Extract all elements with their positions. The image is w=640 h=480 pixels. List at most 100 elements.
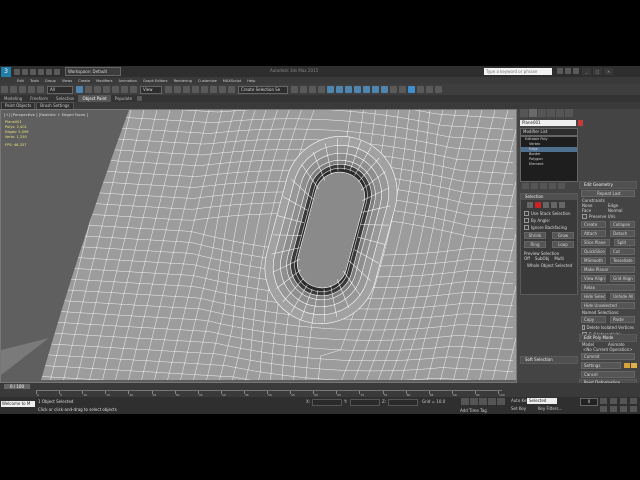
loop-button[interactable]: Loop [552,241,574,248]
paste-button[interactable]: Paste [610,316,635,323]
create-button[interactable]: Create [581,221,606,228]
curve-editor-icon[interactable] [336,86,343,93]
commit-button[interactable]: Commit [581,353,635,360]
time-slider[interactable]: 0 / 100 [4,384,30,389]
display-tab-icon[interactable] [556,109,564,117]
play-icon[interactable] [479,398,487,405]
window-crossing-icon[interactable] [103,86,110,93]
view-align-button[interactable]: View Align [581,275,606,282]
by-angle-checkbox[interactable]: By Angle: [521,217,577,224]
zoom-icon[interactable] [600,406,607,412]
preserve-uvs-checkbox[interactable]: Preserve UVs [579,213,637,220]
make-unique-icon[interactable] [540,183,547,189]
modify-tab-icon[interactable] [529,109,537,117]
polygon-mode-icon[interactable] [551,202,557,208]
detach-button[interactable]: Detach [610,230,635,237]
menu-rendering[interactable]: Rendering [171,79,195,83]
object-color-swatch[interactable] [578,120,583,126]
render-production-icon[interactable] [381,86,388,93]
spinner-snap-icon[interactable] [219,86,226,93]
key-set-dropdown[interactable]: Selected [527,398,557,404]
keyboard-shortcut-icon[interactable] [183,86,190,93]
menu-group[interactable]: Group [42,79,59,83]
edge-mode-icon[interactable] [535,202,541,208]
scale-icon[interactable] [130,86,137,93]
motion-tab-icon[interactable] [547,109,555,117]
menu-help[interactable]: Help [244,79,258,83]
menu-views[interactable]: Views [59,79,75,83]
ribbon-toggle-icon[interactable] [327,86,334,93]
ribbon-options-icon[interactable] [137,96,143,101]
link-icon[interactable] [19,86,26,93]
constraint-normal-radio[interactable]: Normal [608,208,622,213]
edit-geometry-header[interactable]: Edit Geometry [579,181,637,189]
new-file-icon[interactable] [14,68,20,75]
vertex-mode-icon[interactable] [527,202,533,208]
close-button[interactable]: × [604,68,613,75]
move-icon[interactable] [112,86,119,93]
tab-populate[interactable]: Populate [111,95,136,102]
viewport-label[interactable]: [+] [Perspective ] [Realistic + Edged Fa… [4,112,88,117]
menu-animation[interactable]: Animation [116,79,140,83]
quickslice-button[interactable]: QuickSlice [581,248,606,255]
render-setup-icon[interactable] [363,86,370,93]
msmooth-button[interactable]: MSmooth [581,257,606,264]
add-time-tag[interactable]: Add Time Tag [460,408,487,413]
make-planar-button[interactable]: Make Planar [581,266,635,273]
create-tab-icon[interactable] [520,109,528,117]
select-by-name-icon[interactable] [85,86,92,93]
use-stack-selection-checkbox[interactable]: Use Stack Selection [521,210,577,217]
layers-icon[interactable] [318,86,325,93]
z-coordinate-field[interactable] [388,399,418,406]
selection-filter-dropdown[interactable]: All [47,85,73,94]
zbrush-icon[interactable] [417,86,424,93]
collapse-button[interactable]: Collapse [610,221,635,228]
activeshade-icon[interactable] [399,86,406,93]
split-checkbox[interactable]: Split [614,239,635,246]
help-icon[interactable] [573,68,579,74]
help-search-input[interactable]: Type a keyword or phrase [484,68,552,75]
object-name-field[interactable]: Plane001 [520,120,576,126]
app-logo-icon[interactable]: 3 [1,66,11,77]
extra-tool-2-icon[interactable] [435,86,442,93]
preview-multi-radio[interactable]: Multi [554,256,564,261]
redo-tool-icon[interactable] [10,86,17,93]
rect-selection-icon[interactable] [94,86,101,93]
element-mode-icon[interactable] [559,202,565,208]
minimize-button[interactable]: _ [582,68,591,75]
soft-selection-rollout[interactable]: Soft Selection [520,356,578,364]
x-coordinate-field[interactable] [312,399,342,406]
hide-selected-button[interactable]: Hide Selected [581,293,606,300]
modifier-list-dropdown[interactable]: Modifier List [520,128,578,136]
star-icon[interactable] [565,68,571,74]
mesh-inspector-icon[interactable] [408,86,415,93]
maximize-viewport-icon[interactable] [630,398,637,404]
key-filters-button[interactable]: Key Filters... [538,406,562,411]
attach-button[interactable]: Attach [581,230,606,237]
menu-maxscript[interactable]: MAXScript [220,79,244,83]
undo-icon[interactable] [38,68,44,75]
settings-button[interactable]: Settings [581,362,621,369]
set-key-button[interactable]: Set Key [511,406,526,411]
menu-create[interactable]: Create [75,79,93,83]
extra-tool-icon[interactable] [426,86,433,93]
current-frame-field[interactable]: 0 [580,398,598,406]
relax-button[interactable]: Relax [581,284,635,291]
previous-frame-icon[interactable] [470,398,478,405]
walk-through-icon[interactable] [630,406,637,412]
maximize-button[interactable]: □ [593,68,602,75]
menu-customize[interactable]: Customize [195,79,220,83]
repeat-last-button[interactable]: Repeat Last [581,190,635,197]
cage-color-swatch[interactable] [624,363,630,368]
mesh-wireframe[interactable] [1,110,517,383]
go-to-end-icon[interactable] [497,398,505,405]
align-icon[interactable] [300,86,307,93]
menu-modifiers[interactable]: Modifiers [93,79,115,83]
border-mode-icon[interactable] [543,202,549,208]
redo-icon[interactable] [46,68,52,75]
schematic-view-icon[interactable] [345,86,352,93]
configure-sets-icon[interactable] [558,183,565,189]
soft-selection-header[interactable]: Soft Selection [521,357,577,363]
ignore-backfacing-checkbox[interactable]: Ignore Backfacing [521,224,577,231]
orbit-icon[interactable] [620,406,627,412]
